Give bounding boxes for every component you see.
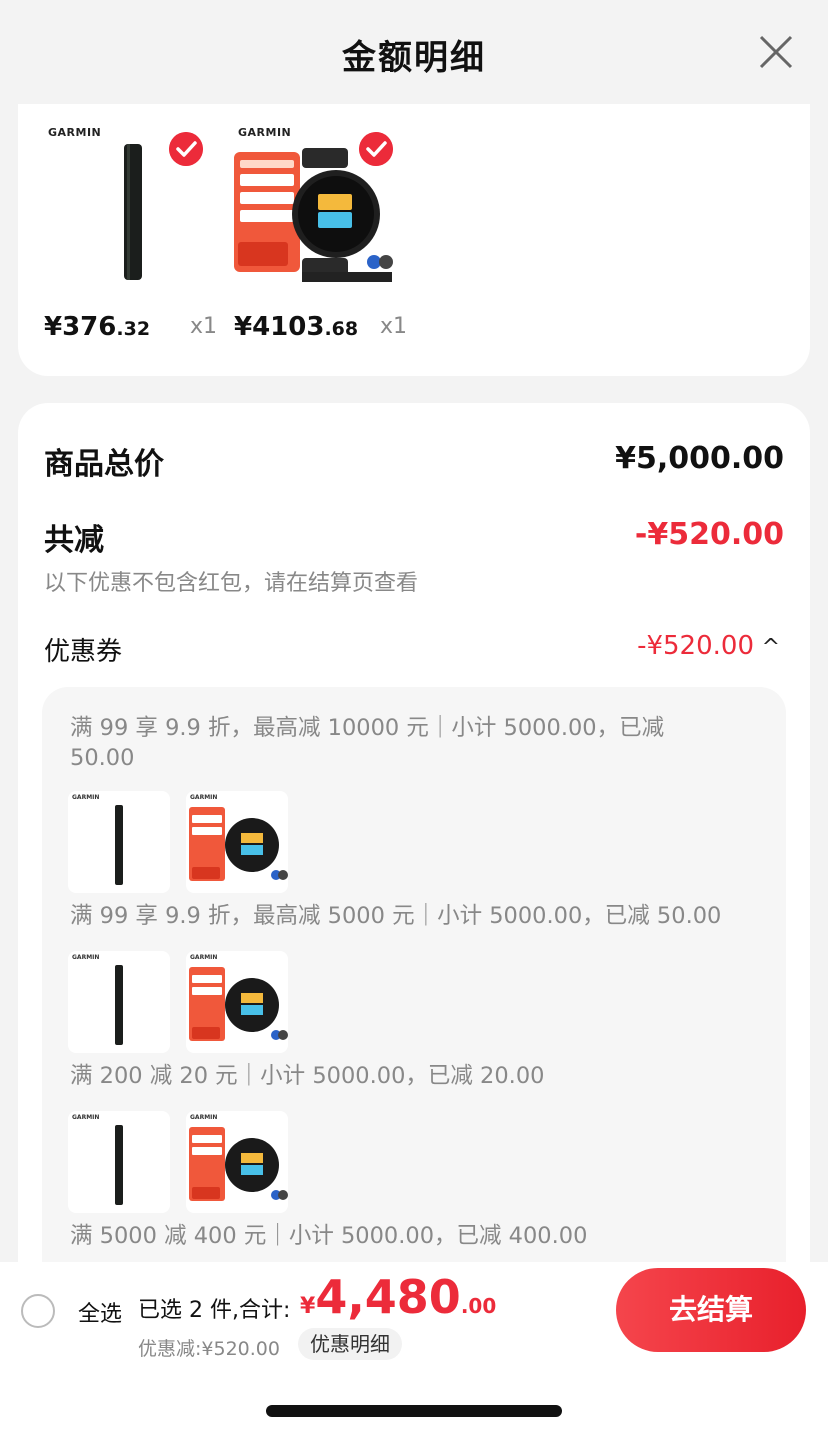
price-integer: ¥4103: [234, 312, 325, 342]
collapse-caret-icon[interactable]: ^: [762, 635, 780, 660]
brand-label: GARMIN: [48, 126, 102, 139]
total-value: ¥5,000.00: [615, 441, 784, 476]
watch-thumb: [189, 1127, 288, 1201]
watch-band-thumb: [115, 1125, 123, 1205]
selected-check-icon[interactable]: [359, 132, 393, 166]
coupon-products: GARMIN GARMIN: [68, 951, 298, 1053]
price-integer: ¥376: [44, 312, 117, 342]
select-all-radio[interactable]: [21, 1294, 55, 1328]
discount-summary: 优惠减:¥520.00: [138, 1338, 280, 1360]
coupon-rule: 满 99 享 9.9 折，最高减 10000 元｜小计 5000.00，已减: [70, 715, 665, 741]
watch-band-thumb: [115, 805, 123, 885]
price-decimal: .32: [116, 318, 151, 340]
product-qty: x1: [190, 314, 218, 339]
currency-symbol: ¥: [300, 1294, 316, 1319]
coupon-value: -¥520.00: [637, 631, 754, 661]
amount-detail-card: 商品总价 ¥5,000.00 共减 -¥520.00 以下优惠不包含红包，请在结…: [18, 403, 810, 1307]
watch-band-thumb: [115, 965, 123, 1045]
sheet-header: 金额明细: [0, 0, 828, 104]
selected-count: 已选 2 件,合计:: [138, 1298, 291, 1323]
selected-check-icon[interactable]: [169, 132, 203, 166]
thumb-watch[interactable]: GARMIN: [186, 951, 288, 1053]
thumb-brand: GARMIN: [190, 954, 218, 961]
close-icon[interactable]: [758, 34, 794, 70]
product-price: ¥4103.68: [234, 312, 358, 342]
brand-label: GARMIN: [238, 126, 292, 139]
price-decimal: .68: [324, 318, 359, 340]
total-integer: 4,480: [315, 1270, 461, 1324]
reduce-value: -¥520.00: [634, 517, 784, 552]
watch-thumb: [189, 807, 288, 881]
thumb-brand: GARMIN: [190, 794, 218, 801]
coupon-rule-cont: 50.00: [70, 745, 135, 771]
home-indicator: [266, 1405, 562, 1417]
thumb-brand: GARMIN: [72, 794, 100, 801]
coupon-rule: 满 5000 减 400 元｜小计 5000.00，已减 400.00: [70, 1223, 588, 1249]
reduce-label: 共减: [44, 523, 104, 558]
coupon-rule: 满 200 减 20 元｜小计 5000.00，已减 20.00: [70, 1063, 545, 1089]
product-qty: x1: [380, 314, 408, 339]
select-all-label[interactable]: 全选: [78, 1296, 122, 1328]
thumb-brand: GARMIN: [190, 1114, 218, 1121]
coupon-label: 优惠券: [44, 637, 123, 667]
total-amount: ¥ 4,480 .00: [300, 1270, 496, 1324]
checkout-button[interactable]: 去结算: [616, 1268, 806, 1352]
product-price: ¥376.32: [44, 312, 150, 342]
thumb-watch[interactable]: GARMIN: [186, 791, 288, 893]
thumb-band[interactable]: GARMIN: [68, 1111, 170, 1213]
coupon-rule: 满 99 享 9.9 折，最高减 5000 元｜小计 5000.00，已减 50…: [70, 903, 722, 929]
discount-detail-button[interactable]: 优惠明细: [298, 1328, 402, 1360]
coupon-products: GARMIN GARMIN: [68, 1111, 298, 1213]
thumb-band[interactable]: GARMIN: [68, 951, 170, 1053]
total-decimal: .00: [460, 1294, 497, 1318]
coupon-products: GARMIN GARMIN: [68, 791, 298, 893]
thumb-watch[interactable]: GARMIN: [186, 1111, 288, 1213]
product-card: GARMIN GARMIN ¥376.32 x1 ¥4103.68 x1: [18, 104, 810, 376]
total-label: 商品总价: [44, 447, 164, 482]
discount-note: 以下优惠不包含红包，请在结算页查看: [44, 571, 419, 596]
thumb-band[interactable]: GARMIN: [68, 791, 170, 893]
coupon-list: 满 99 享 9.9 折，最高减 10000 元｜小计 5000.00，已减 5…: [42, 687, 786, 1307]
watch-thumb: [189, 967, 288, 1041]
thumb-brand: GARMIN: [72, 954, 100, 961]
thumb-brand: GARMIN: [72, 1114, 100, 1121]
sheet-title: 金额明细: [342, 38, 486, 78]
